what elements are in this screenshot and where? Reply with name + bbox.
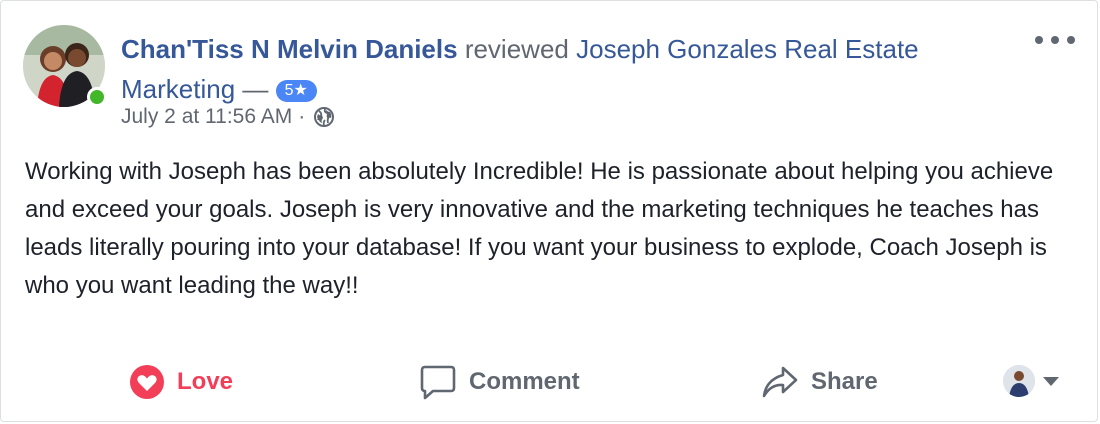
reaction-profile-selector[interactable] [1003,365,1059,397]
chevron-down-icon [1043,376,1059,386]
love-button[interactable]: Love [129,357,233,407]
comment-label: Comment [469,368,580,395]
meta-separator: · [298,105,306,128]
more-options-button[interactable] [1035,27,1075,53]
comment-button[interactable]: Comment [419,357,580,407]
profile-photo-small [1003,365,1035,397]
love-heart-icon [130,365,164,399]
more-dot-icon [1051,36,1059,44]
love-label: Love [177,368,234,395]
post-timestamp[interactable]: July 2 at 11:56 AM [121,105,292,129]
share-label: Share [811,368,878,395]
star-icon: ★ [293,82,308,99]
share-button[interactable]: Share [761,357,878,407]
comment-bubble-icon [420,365,456,400]
rating-value: 5 [284,82,294,99]
header-dash: — [242,74,269,104]
post-action-bar: Love Comment Share [1,357,1099,407]
review-verb: reviewed [464,34,569,64]
profile-avatar-small [1003,365,1035,397]
post-header: Chan'Tiss N Melvin Daniels reviewed Jose… [121,29,1021,109]
share-arrow-icon [762,366,798,398]
review-post-card: Chan'Tiss N Melvin Daniels reviewed Jose… [0,0,1098,422]
author-name-link[interactable]: Chan'Tiss N Melvin Daniels [121,34,458,64]
more-dot-icon [1067,36,1075,44]
more-dot-icon [1035,36,1043,44]
author-avatar-wrap[interactable] [23,25,107,107]
rating-badge: 5★ [275,80,317,102]
review-text: Working with Joseph has been absolutely … [25,158,1054,299]
post-meta: July 2 at 11:56 AM · [121,105,335,129]
globe-icon[interactable] [313,106,335,128]
online-status-dot [87,87,107,107]
